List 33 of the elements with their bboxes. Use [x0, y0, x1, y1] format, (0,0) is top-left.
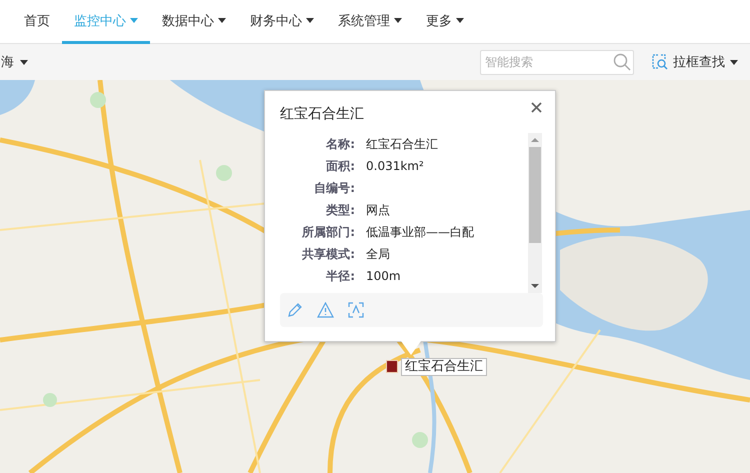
field-label: 所属部门: — [301, 224, 355, 240]
nav-tab[interactable]: 数据中心 — [150, 0, 238, 44]
field-label: 名称: — [324, 136, 355, 152]
frame-icon[interactable] — [348, 302, 364, 318]
scrollbar[interactable] — [528, 133, 542, 293]
nav-tab[interactable]: 更多 — [414, 0, 476, 44]
popup-title: 红宝石合生汇 — [280, 105, 364, 123]
close-icon[interactable] — [531, 102, 542, 112]
marker-label: 红宝石合生汇 — [401, 358, 487, 376]
search-icon[interactable] — [613, 52, 631, 70]
box-search-icon — [652, 54, 668, 70]
warning-icon[interactable] — [317, 302, 334, 318]
field-value: 低温事业部——白配 — [366, 224, 474, 240]
region-dropdown[interactable]: 海 — [1, 53, 28, 71]
box-search-button[interactable]: 拉框查找 — [652, 53, 738, 71]
search-field[interactable]: 智能搜索 — [480, 50, 634, 74]
nav-tab[interactable]: 系统管理 — [326, 0, 414, 44]
field-value: 全局 — [366, 246, 390, 262]
field-label: 自编号: — [313, 180, 355, 196]
location-marker-icon[interactable] — [386, 360, 398, 373]
caret-icon — [730, 60, 738, 64]
field-label: 面积: — [325, 158, 355, 174]
nav-tab[interactable]: 财务中心 — [238, 0, 326, 44]
field-value: 0.031km² — [366, 159, 424, 173]
field-label: 半径: — [325, 268, 355, 284]
field-label: 共享模式: — [301, 246, 355, 262]
field-value: 100m — [366, 269, 401, 283]
caret-icon — [20, 60, 28, 64]
nav-tab[interactable]: 首页 — [12, 0, 62, 44]
pencil-icon[interactable] — [287, 302, 303, 318]
field-label: 类型: — [325, 202, 355, 218]
field-value: 网点 — [366, 202, 390, 218]
field-value: 红宝石合生汇 — [366, 136, 438, 152]
